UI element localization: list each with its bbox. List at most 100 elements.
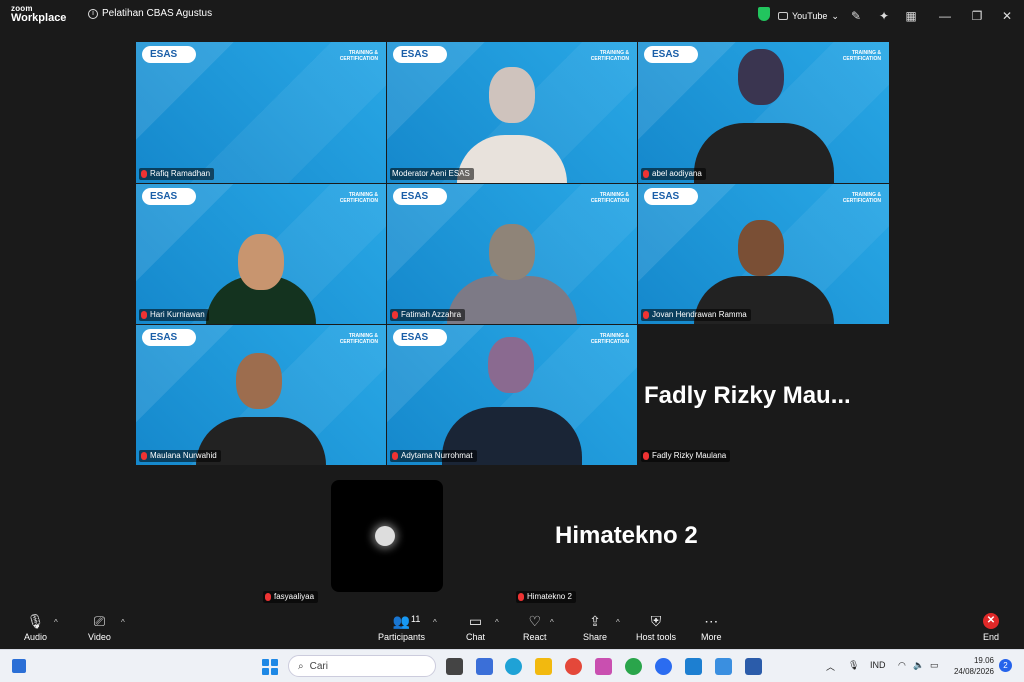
windows-taskbar: ⌕ Cari ︿ 🎙 IND ◠ 🔈 ▭ 19.06 24/08/2026 2	[0, 649, 1024, 682]
stream-icon	[778, 12, 788, 20]
share-button[interactable]: ⇪ Share	[583, 613, 607, 642]
participant-video	[442, 327, 582, 465]
edge-icon[interactable]	[505, 658, 522, 675]
chrome-icon[interactable]	[565, 658, 582, 675]
participant-video	[693, 45, 834, 183]
participant-video	[206, 204, 316, 324]
name-label: Himatekno 2	[516, 591, 576, 603]
taskbar-search-input[interactable]: ⌕ Cari	[288, 655, 436, 677]
mic-muted-icon	[141, 452, 147, 460]
share-options-chevron-icon[interactable]: ^	[616, 618, 620, 627]
info-icon[interactable]: i	[88, 8, 98, 19]
youtube-stream-button[interactable]: YouTube ⌄	[778, 7, 839, 25]
mic-muted-icon	[141, 311, 147, 319]
participant-video	[693, 204, 834, 324]
video-button[interactable]: ⎚ Video	[88, 613, 111, 642]
language-indicator[interactable]: IND	[870, 660, 886, 670]
video-options-chevron-icon[interactable]: ^	[121, 618, 125, 627]
training-tag: TRAINING & CERTIFICATION	[591, 192, 629, 204]
name-label: Fatimah Azzahra	[390, 309, 466, 321]
battery-icon[interactable]: ▭	[930, 660, 939, 671]
video-tile-abel[interactable]: ESAS TRAINING & CERTIFICATION abel aodiya…	[638, 42, 889, 183]
training-tag: TRAINING & CERTIFICATION	[591, 50, 629, 62]
video-tile-fatimah[interactable]: ESAS TRAINING & CERTIFICATION Fatimah Azz…	[387, 184, 637, 324]
more-button[interactable]: ⋯ More	[701, 613, 722, 642]
chat-options-chevron-icon[interactable]: ^	[495, 618, 499, 627]
end-meeting-button[interactable]: ✕ End	[983, 613, 999, 642]
video-tile-moderator[interactable]: ESAS TRAINING & CERTIFICATION Moderator A…	[387, 42, 637, 183]
file-explorer-icon[interactable]	[535, 658, 552, 675]
mic-muted-icon	[392, 452, 398, 460]
close-icon[interactable]: ✕	[999, 7, 1015, 25]
chat-button[interactable]: ▭ Chat	[466, 613, 485, 642]
video-tile-maulana[interactable]: ESAS TRAINING & CERTIFICATION Maulana Nur…	[136, 325, 386, 465]
video-tile-fadly[interactable]: Fadly Rizky Mau... Fadly Rizky Maulana	[638, 325, 889, 465]
clock-date: 24/08/2026	[953, 667, 994, 676]
meeting-info[interactable]: i Pelatihan CBAS Agustus	[88, 8, 212, 19]
participant-video	[447, 204, 577, 324]
wifi-icon[interactable]: ◠	[898, 660, 906, 671]
host-tools-label: Host tools	[636, 632, 677, 642]
mic-muted-icon	[643, 170, 649, 178]
store-icon[interactable]	[476, 658, 493, 675]
tag-line-2: CERTIFICATION	[590, 56, 629, 62]
participants-label: Participants	[378, 632, 426, 642]
training-tag: TRAINING & CERTIFICATION	[843, 192, 881, 204]
widgets-icon[interactable]	[12, 659, 26, 673]
title-bar: zoom Workplace i Pelatihan CBAS Agustus …	[0, 0, 1024, 32]
mic-muted-icon	[643, 452, 649, 460]
notification-badge[interactable]: 2	[999, 659, 1012, 672]
share-label: Share	[583, 632, 608, 642]
participant-name: Adytama Nurrohmat	[401, 451, 473, 460]
task-view-icon[interactable]	[446, 658, 463, 675]
mic-muted-icon	[265, 593, 271, 601]
video-tile-adytama[interactable]: ESAS TRAINING & CERTIFICATION Adytama Nur…	[387, 325, 637, 465]
esas-logo: ESAS	[142, 46, 196, 63]
esas-logo: ESAS	[644, 46, 698, 63]
share-screen-icon: ⇪	[589, 613, 601, 629]
react-label: React	[523, 632, 547, 642]
microphone-tray-icon[interactable]: 🎙	[848, 660, 859, 671]
esas-logo: ESAS	[644, 188, 698, 205]
video-tile-himatekno[interactable]: Himatekno 2 Himatekno 2	[513, 470, 763, 606]
tag-line-2: CERTIFICATION	[339, 339, 378, 345]
volume-icon[interactable]: 🔈	[913, 660, 924, 671]
pen-icon[interactable]: ✎	[848, 7, 864, 25]
search-icon: ⌕	[298, 660, 304, 672]
grid-view-icon[interactable]: ▦	[903, 7, 919, 25]
mic-muted-icon	[518, 593, 524, 601]
chat-bubble-icon: ▭	[468, 613, 483, 629]
participant-name: Fadly Rizky Maulana	[652, 451, 727, 460]
participant-name: abel aodiyana	[652, 169, 702, 178]
react-button[interactable]: ♡ React	[523, 613, 547, 642]
audio-options-chevron-icon[interactable]: ^	[54, 618, 58, 627]
host-tools-button[interactable]: ⛨ Host tools	[636, 613, 676, 642]
paint-icon[interactable]	[595, 658, 612, 675]
restore-icon[interactable]: ❐	[969, 7, 985, 25]
react-options-chevron-icon[interactable]: ^	[550, 618, 554, 627]
start-button-icon[interactable]	[262, 659, 278, 675]
video-tile-rafiq[interactable]: ESAS TRAINING & CERTIFICATION Rafiq Ramad…	[136, 42, 386, 183]
chrome-profile-icon[interactable]	[625, 658, 642, 675]
zoom-app-icon[interactable]	[655, 658, 672, 675]
sparkle-icon[interactable]: ✦	[876, 7, 892, 25]
video-tile-jovan[interactable]: ESAS TRAINING & CERTIFICATION Jovan Hendr…	[638, 184, 889, 324]
video-tile-hari[interactable]: ESAS TRAINING & CERTIFICATION Hari Kurnia…	[136, 184, 386, 324]
show-hidden-icons-chevron-icon[interactable]: ︿	[826, 660, 835, 673]
esas-logo: ESAS	[393, 329, 447, 346]
audio-button[interactable]: 🎙 Audio	[24, 613, 47, 642]
system-clock[interactable]: 19.06 24/08/2026	[948, 655, 994, 677]
audio-label: Audio	[24, 632, 48, 642]
media-player-icon[interactable]	[685, 658, 702, 675]
encryption-shield-icon[interactable]	[758, 7, 770, 21]
word-icon[interactable]	[745, 658, 762, 675]
photos-icon[interactable]	[715, 658, 732, 675]
training-tag: TRAINING & CERTIFICATION	[591, 333, 629, 345]
training-tag: TRAINING & CERTIFICATION	[340, 333, 378, 345]
participant-name: Fatimah Azzahra	[401, 310, 462, 319]
participants-options-chevron-icon[interactable]: ^	[433, 618, 437, 627]
minimize-icon[interactable]: —	[937, 7, 953, 25]
tag-line-2: CERTIFICATION	[590, 339, 629, 345]
heart-icon: ♡	[528, 613, 542, 629]
name-label: fasyaaliyaa	[263, 591, 319, 603]
